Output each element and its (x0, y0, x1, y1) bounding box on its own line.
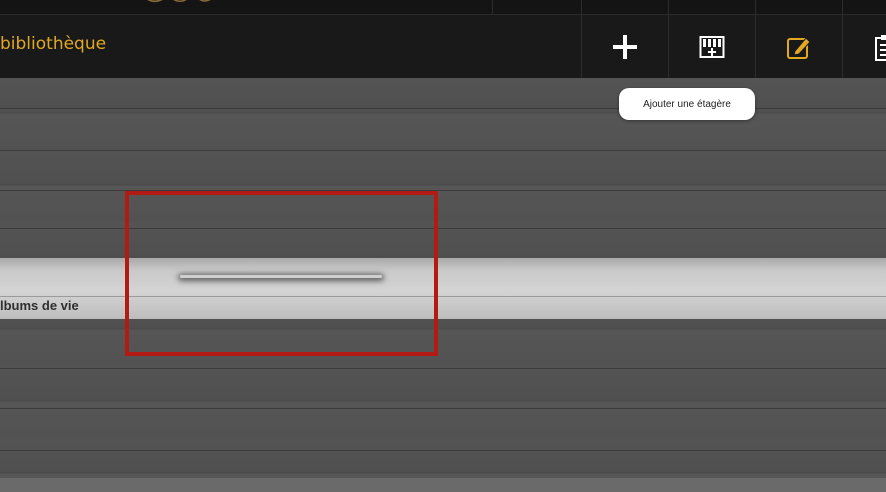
shelf-label[interactable]: lbums de vie (0, 298, 79, 313)
clipboard-button[interactable] (842, 15, 886, 78)
top-strip (0, 0, 886, 15)
page-title: bibliothèque (0, 34, 107, 54)
plus-icon (613, 34, 637, 59)
top-divider (755, 0, 756, 14)
edit-button[interactable] (755, 15, 842, 78)
edit-pencil-icon (787, 36, 811, 59)
plank-seam (0, 150, 886, 151)
header-bar: bibliothèque (0, 15, 886, 78)
top-divider (581, 0, 582, 14)
lower-shelf-edge (0, 478, 886, 492)
clipboard-icon (875, 34, 886, 61)
add-shelf-grid-icon (699, 35, 725, 58)
plank-seam (0, 408, 886, 409)
logo (140, 0, 230, 12)
logo-script-fragment (147, 0, 211, 3)
highlight-box (125, 191, 438, 356)
add-shelf-button[interactable] (581, 15, 668, 78)
top-divider (492, 0, 493, 14)
add-album-button[interactable] (668, 15, 755, 78)
top-divider (668, 0, 669, 14)
add-shelf-tooltip: Ajouter une étagère (619, 88, 755, 120)
plank-seam (0, 450, 886, 451)
tooltip-text: Ajouter une étagère (643, 98, 731, 110)
plank-seam (0, 368, 886, 369)
top-divider (842, 0, 843, 14)
